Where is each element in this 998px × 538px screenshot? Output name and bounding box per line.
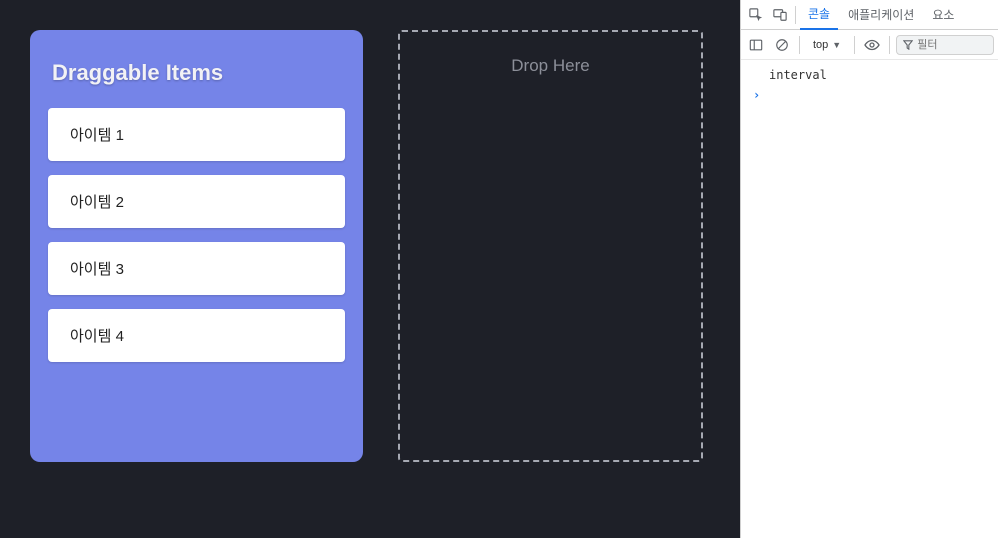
- tab-console[interactable]: 콘솔: [800, 0, 838, 30]
- console-log-line: interval: [749, 66, 990, 88]
- root-layout: Draggable Items 아이템 1 아이템 2 아이템 3 아이템 4 …: [0, 0, 998, 538]
- context-label: top: [813, 39, 828, 51]
- drop-placeholder-text: Drop Here: [511, 56, 589, 460]
- console-output[interactable]: interval: [741, 60, 998, 538]
- clear-console-icon[interactable]: [771, 34, 793, 56]
- device-toolbar-icon[interactable]: [769, 4, 791, 26]
- live-expression-icon[interactable]: [861, 34, 883, 56]
- devtools-pane: 콘솔 애플리케이션 요소 top ▼: [740, 0, 998, 538]
- source-panel-title: Draggable Items: [52, 60, 345, 86]
- chevron-down-icon: ▼: [832, 40, 841, 50]
- draggable-source-panel: Draggable Items 아이템 1 아이템 2 아이템 3 아이템 4: [30, 30, 363, 462]
- devtools-tabbar: 콘솔 애플리케이션 요소: [741, 0, 998, 30]
- filter-input[interactable]: [917, 39, 987, 51]
- filter-icon: [903, 40, 913, 50]
- context-selector[interactable]: top ▼: [806, 35, 848, 55]
- separator: [799, 36, 800, 54]
- draggable-item[interactable]: 아이템 3: [48, 242, 345, 295]
- draggable-item[interactable]: 아이템 4: [48, 309, 345, 362]
- sidebar-toggle-icon[interactable]: [745, 34, 767, 56]
- console-prompt[interactable]: [749, 88, 990, 102]
- inspect-element-icon[interactable]: [745, 4, 767, 26]
- tab-elements[interactable]: 요소: [924, 0, 962, 30]
- separator: [795, 6, 796, 24]
- filter-input-wrapper[interactable]: [896, 35, 994, 55]
- console-toolbar: top ▼: [741, 30, 998, 60]
- app-pane: Draggable Items 아이템 1 아이템 2 아이템 3 아이템 4 …: [0, 0, 740, 538]
- draggable-item[interactable]: 아이템 2: [48, 175, 345, 228]
- drop-target-panel[interactable]: Drop Here: [398, 30, 703, 462]
- separator: [854, 36, 855, 54]
- separator: [889, 36, 890, 54]
- draggable-item[interactable]: 아이템 1: [48, 108, 345, 161]
- tab-application[interactable]: 애플리케이션: [840, 0, 922, 30]
